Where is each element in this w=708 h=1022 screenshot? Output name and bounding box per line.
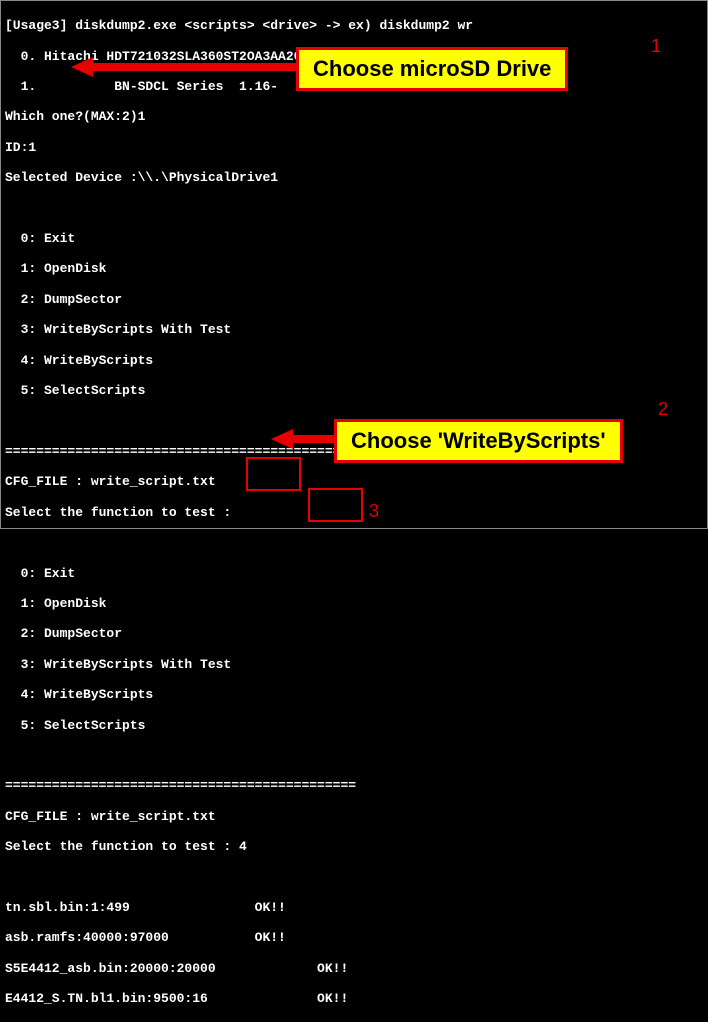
term-line: 3: WriteByScripts With Test <box>5 322 707 337</box>
term-line: E4412_S.TN.bl1.bin:9500:16 OK!! <box>5 991 707 1006</box>
term-line: [Usage3] diskdump2.exe <scripts> <drive>… <box>5 18 707 33</box>
term-line: 2: DumpSector <box>5 292 707 307</box>
annotation-number-2: 2 <box>658 399 668 420</box>
term-line <box>5 201 707 216</box>
term-line <box>5 535 707 550</box>
annotation-number-3: 3 <box>369 501 379 522</box>
term-line: Select the function to test : 4 <box>5 839 707 854</box>
term-line: ID:1 <box>5 140 707 155</box>
term-line: 5: SelectScripts <box>5 383 707 398</box>
term-line: 1: OpenDisk <box>5 261 707 276</box>
arrow-stem-1 <box>91 63 296 71</box>
callout-choose-microsd: Choose microSD Drive <box>296 47 568 91</box>
term-line: CFG_FILE : write_script.txt <box>5 809 707 824</box>
annotation-number-1: 1 <box>651 36 661 57</box>
arrow-head-1 <box>71 57 93 77</box>
ok-box-top <box>246 457 301 491</box>
callout-choose-writebyscripts: Choose 'WriteByScripts' <box>334 419 623 463</box>
term-line <box>5 870 707 885</box>
term-line: asb.ramfs:40000:97000 OK!! <box>5 930 707 945</box>
term-line: 5: SelectScripts <box>5 718 707 733</box>
ok-box-bottom <box>308 488 363 522</box>
term-line: 4: WriteByScripts <box>5 687 707 702</box>
term-line: 3: WriteByScripts With Test <box>5 657 707 672</box>
term-line: tn.sbl.bin:1:499 OK!! <box>5 900 707 915</box>
term-line: Selected Device :\\.\PhysicalDrive1 <box>5 170 707 185</box>
term-line: ========================================… <box>5 778 707 793</box>
arrow-stem-2 <box>291 435 334 443</box>
term-line: Which one?(MAX:2)1 <box>5 109 707 124</box>
term-line: S5E4412_asb.bin:20000:20000 OK!! <box>5 961 707 976</box>
arrow-head-2 <box>271 429 293 449</box>
term-line: 2: DumpSector <box>5 626 707 641</box>
term-line: 1: OpenDisk <box>5 596 707 611</box>
term-line: 4: WriteByScripts <box>5 353 707 368</box>
term-line: 0: Exit <box>5 231 707 246</box>
term-line: 0: Exit <box>5 566 707 581</box>
term-line <box>5 748 707 763</box>
